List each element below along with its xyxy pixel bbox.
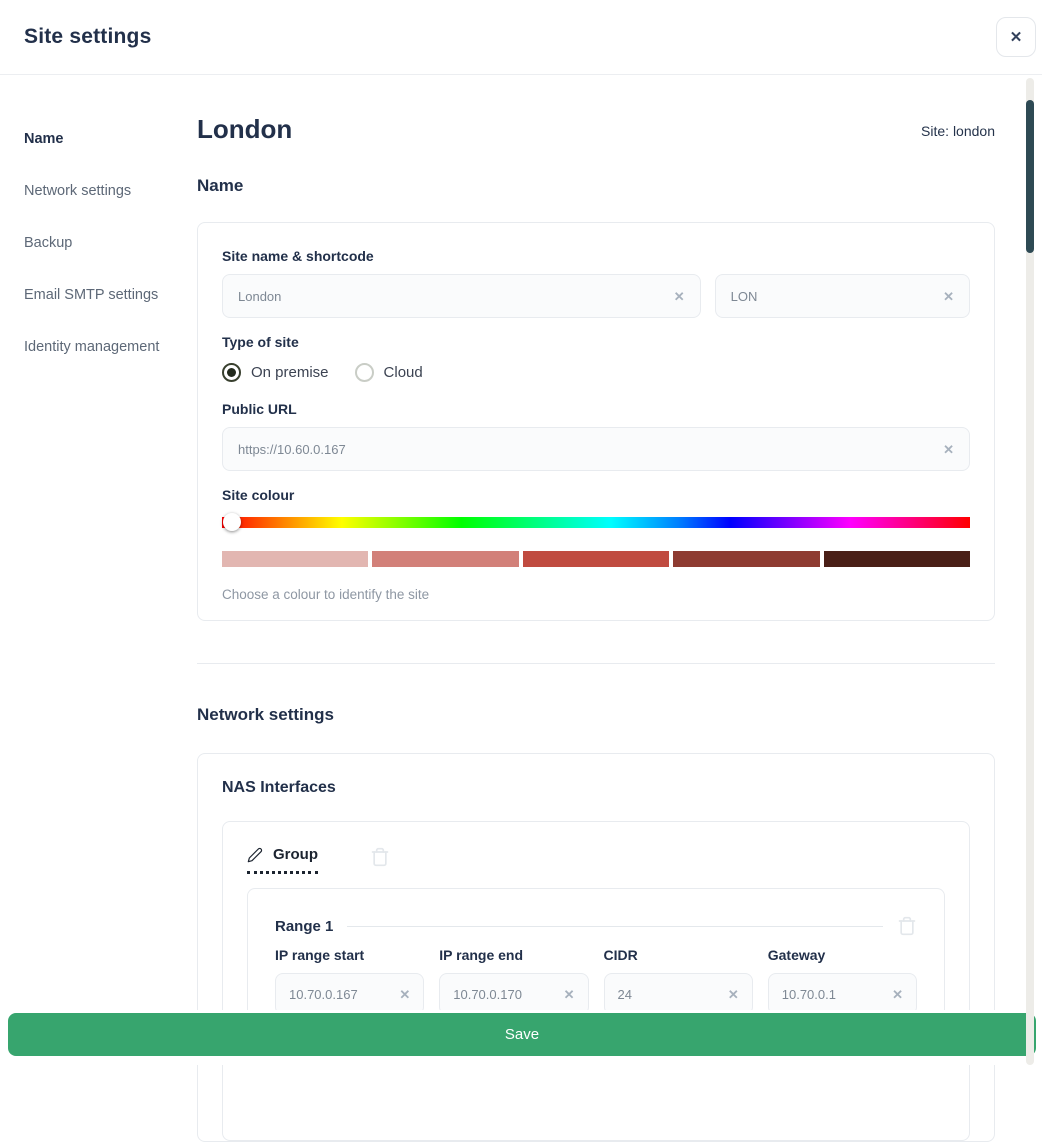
pencil-icon bbox=[247, 847, 263, 863]
range-header: Range 1 bbox=[275, 915, 917, 937]
group-name-label: Group bbox=[273, 846, 318, 863]
radio-on-premise-control[interactable] bbox=[222, 363, 241, 382]
ip-range-end-field: IP range end 10.70.0.170 ✕ bbox=[439, 947, 588, 1015]
radio-on-premise[interactable]: On premise bbox=[222, 363, 329, 382]
sidebar-item-name[interactable]: Name bbox=[24, 131, 197, 150]
clear-site-name-icon[interactable]: ✕ bbox=[674, 290, 685, 303]
sidebar: Name Network settings Backup Email SMTP … bbox=[0, 76, 197, 1142]
clear-public-url-icon[interactable]: ✕ bbox=[943, 443, 954, 456]
clear-ip-range-start-icon[interactable]: ✕ bbox=[399, 988, 410, 1001]
shortcode-input[interactable]: LON ✕ bbox=[715, 274, 970, 318]
nas-interfaces-title: NAS Interfaces bbox=[222, 779, 970, 797]
group-row: Group bbox=[247, 846, 945, 874]
scrollbar-track[interactable] bbox=[1026, 78, 1034, 1065]
site-colour-helper: Choose a colour to identify the site bbox=[222, 587, 970, 602]
ip-range-start-label: IP range start bbox=[275, 947, 424, 965]
shade-swatch-4[interactable] bbox=[673, 551, 819, 567]
modal-header: Site settings ✕ bbox=[0, 0, 1042, 75]
cidr-label: CIDR bbox=[604, 947, 753, 965]
cidr-input[interactable]: 24 ✕ bbox=[604, 973, 753, 1015]
clear-cidr-icon[interactable]: ✕ bbox=[728, 988, 739, 1001]
delete-range-button[interactable] bbox=[897, 915, 917, 937]
shade-swatch-1[interactable] bbox=[222, 551, 368, 567]
main-content: London Site: london Name Site name & sho… bbox=[197, 76, 995, 1142]
site-colour-label: Site colour bbox=[222, 487, 970, 505]
sidebar-item-backup[interactable]: Backup bbox=[24, 235, 197, 254]
section-divider bbox=[197, 663, 995, 664]
public-url-input[interactable]: https://10.60.0.167 ✕ bbox=[222, 427, 970, 471]
sidebar-item-network-settings[interactable]: Network settings bbox=[24, 183, 197, 202]
gateway-label: Gateway bbox=[768, 947, 917, 965]
radio-cloud[interactable]: Cloud bbox=[355, 363, 423, 382]
ip-range-start-value: 10.70.0.167 bbox=[289, 987, 358, 1002]
clear-ip-range-end-icon[interactable]: ✕ bbox=[564, 988, 575, 1001]
colour-slider-handle[interactable] bbox=[223, 513, 241, 531]
radio-cloud-label: Cloud bbox=[384, 364, 423, 381]
modal-title: Site settings bbox=[24, 25, 151, 49]
trash-icon bbox=[897, 915, 917, 937]
public-url-label: Public URL bbox=[222, 401, 970, 419]
ip-range-end-input[interactable]: 10.70.0.170 ✕ bbox=[439, 973, 588, 1015]
type-of-site-options: On premise Cloud bbox=[222, 361, 970, 383]
site-name-input[interactable]: London ✕ bbox=[222, 274, 701, 318]
gateway-input[interactable]: 10.70.0.1 ✕ bbox=[768, 973, 917, 1015]
ip-range-end-value: 10.70.0.170 bbox=[453, 987, 522, 1002]
site-name-value: London bbox=[238, 289, 281, 304]
shade-swatch-2[interactable] bbox=[372, 551, 518, 567]
close-button[interactable]: ✕ bbox=[996, 17, 1036, 57]
site-name-row: London ✕ LON ✕ bbox=[222, 274, 970, 318]
interface-group-box: Group Range 1 bbox=[222, 821, 970, 1141]
save-button[interactable]: Save bbox=[8, 1013, 1036, 1056]
page-body: Name Network settings Backup Email SMTP … bbox=[0, 76, 1042, 1142]
cidr-field: CIDR 24 ✕ bbox=[604, 947, 753, 1015]
page-title: London bbox=[197, 114, 292, 145]
title-row: London Site: london bbox=[197, 114, 995, 145]
trash-icon bbox=[370, 846, 390, 868]
cidr-value: 24 bbox=[618, 987, 632, 1002]
sidebar-item-identity-management[interactable]: Identity management bbox=[24, 339, 197, 358]
shade-swatch-3[interactable] bbox=[523, 551, 669, 567]
site-colour-picker bbox=[222, 514, 970, 532]
footer-bar: Save bbox=[0, 1010, 1042, 1065]
radio-cloud-control[interactable] bbox=[355, 363, 374, 382]
scrollbar-thumb[interactable] bbox=[1026, 100, 1034, 253]
shortcode-value: LON bbox=[731, 289, 758, 304]
ip-range-start-field: IP range start 10.70.0.167 ✕ bbox=[275, 947, 424, 1015]
clear-shortcode-icon[interactable]: ✕ bbox=[943, 290, 954, 303]
sidebar-item-email-smtp-settings[interactable]: Email SMTP settings bbox=[24, 287, 197, 306]
range-title: Range 1 bbox=[275, 918, 333, 935]
name-card: Site name & shortcode London ✕ LON ✕ Typ… bbox=[197, 222, 995, 621]
site-name-shortcode-label: Site name & shortcode bbox=[222, 248, 970, 266]
group-name-edit[interactable]: Group bbox=[247, 846, 318, 874]
close-icon: ✕ bbox=[1010, 28, 1023, 46]
range-fields: IP range start 10.70.0.167 ✕ IP range en… bbox=[275, 947, 917, 1015]
ip-range-start-input[interactable]: 10.70.0.167 ✕ bbox=[275, 973, 424, 1015]
gateway-field: Gateway 10.70.0.1 ✕ bbox=[768, 947, 917, 1015]
colour-gradient-slider[interactable] bbox=[222, 517, 970, 528]
type-of-site-label: Type of site bbox=[222, 334, 970, 352]
public-url-value: https://10.60.0.167 bbox=[238, 442, 346, 457]
radio-on-premise-label: On premise bbox=[251, 364, 329, 381]
site-ref-label: Site: london bbox=[921, 123, 995, 139]
shade-swatch-5[interactable] bbox=[824, 551, 970, 567]
range-divider bbox=[347, 926, 883, 927]
gateway-value: 10.70.0.1 bbox=[782, 987, 836, 1002]
ip-range-end-label: IP range end bbox=[439, 947, 588, 965]
delete-group-button[interactable] bbox=[370, 846, 390, 868]
nas-interfaces-card: NAS Interfaces Group bbox=[197, 753, 995, 1142]
section-heading-name: Name bbox=[197, 176, 995, 196]
shade-swatches bbox=[222, 551, 970, 567]
section-heading-network: Network settings bbox=[197, 705, 995, 725]
clear-gateway-icon[interactable]: ✕ bbox=[892, 988, 903, 1001]
